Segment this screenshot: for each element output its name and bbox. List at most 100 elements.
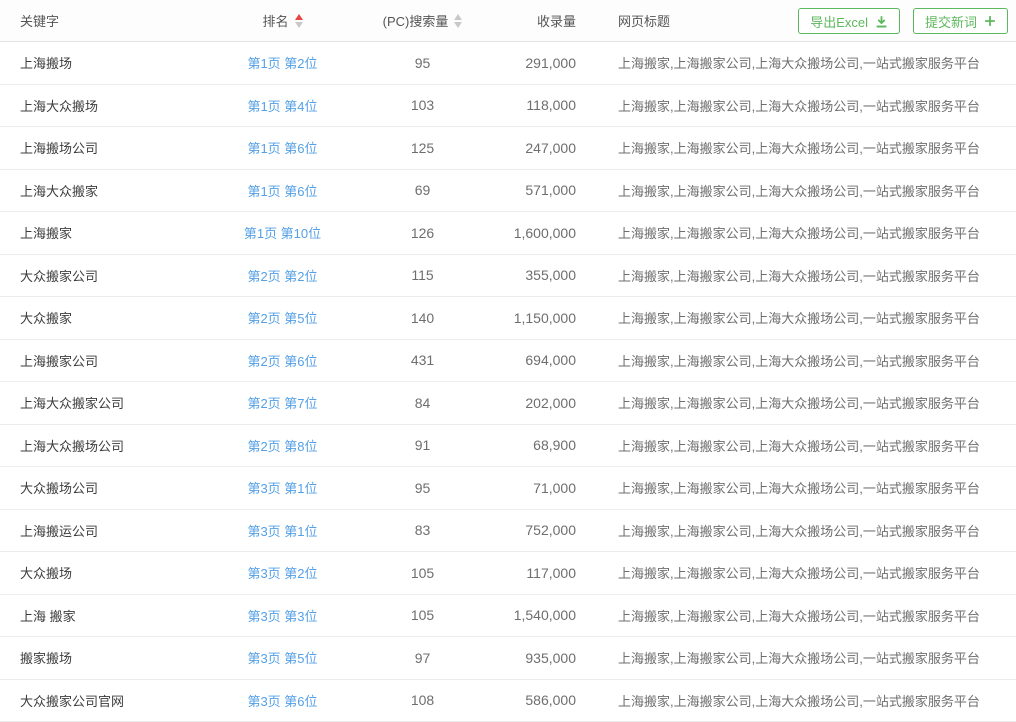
keyword-cell: 搬家搬场 (0, 637, 200, 679)
table-body: 上海搬场 第1页 第2位 95 291,000 上海搬家,上海搬家公司,上海大众… (0, 42, 1016, 722)
export-excel-label: 导出Excel (810, 12, 868, 31)
keyword-cell: 大众搬家公司 (0, 255, 200, 297)
rank-link[interactable]: 第1页 第10位 (244, 223, 321, 242)
page-title-text: 上海搬家,上海搬家公司,上海大众搬场公司,一站式搬家服务平台 (618, 393, 980, 412)
search-volume-value: 95 (365, 55, 480, 71)
keyword-cell: 大众搬场公司 (0, 467, 200, 509)
search-volume-value: 126 (365, 225, 480, 241)
rank-cell: 第2页 第7位 (200, 382, 365, 424)
sort-icons-rank (295, 14, 303, 28)
keyword-cell: 上海搬运公司 (0, 510, 200, 552)
column-header-keyword: 关键字 (0, 11, 200, 30)
indexed-value: 291,000 (480, 55, 576, 71)
rank-cell: 第1页 第6位 (200, 170, 365, 212)
header-actions: 导出Excel 提交新词 (798, 8, 1008, 34)
sort-desc-icon[interactable] (295, 22, 303, 28)
keyword-text: 上海搬场 (20, 53, 72, 72)
keyword-cell: 上海大众搬家公司 (0, 382, 200, 424)
page-title-cell: 上海搬家,上海搬家公司,上海大众搬场公司,一站式搬家服务平台 (600, 255, 1016, 297)
rank-cell: 第2页 第8位 (200, 425, 365, 467)
submit-new-words-label: 提交新词 (925, 12, 977, 31)
page-title-text: 上海搬家,上海搬家公司,上海大众搬场公司,一站式搬家服务平台 (618, 478, 980, 497)
rank-link[interactable]: 第1页 第6位 (247, 138, 317, 157)
page-title-text: 上海搬家,上海搬家公司,上海大众搬场公司,一站式搬家服务平台 (618, 181, 980, 200)
rank-link[interactable]: 第3页 第3位 (247, 606, 317, 625)
indexed-cell: 752,000 (480, 510, 600, 552)
rank-link[interactable]: 第3页 第6位 (247, 691, 317, 710)
rank-link[interactable]: 第3页 第2位 (247, 563, 317, 582)
table-row: 上海搬家 第1页 第10位 126 1,600,000 上海搬家,上海搬家公司,… (0, 212, 1016, 255)
indexed-cell: 1,600,000 (480, 212, 600, 254)
column-header-rank[interactable]: 排名 (200, 11, 365, 30)
column-header-page-title-label: 网页标题 (618, 11, 670, 30)
sort-asc-icon[interactable] (295, 14, 303, 20)
indexed-value: 71,000 (480, 480, 576, 496)
page-title-text: 上海搬家,上海搬家公司,上海大众搬场公司,一站式搬家服务平台 (618, 308, 980, 327)
keyword-text: 大众搬场 (20, 563, 72, 582)
keyword-rank-page: 关键字 排名 (PC)搜索量 收录量 网页标题 导出Excel (0, 0, 1016, 722)
keyword-cell: 上海大众搬场公司 (0, 425, 200, 467)
keyword-text: 大众搬家公司官网 (20, 691, 124, 710)
page-title-cell: 上海搬家,上海搬家公司,上海大众搬场公司,一站式搬家服务平台 (600, 680, 1016, 722)
keyword-text: 上海 搬家 (20, 606, 76, 625)
search-volume-cell: 95 (365, 42, 480, 84)
search-volume-cell: 126 (365, 212, 480, 254)
column-header-rank-label: 排名 (262, 11, 288, 30)
search-volume-value: 105 (365, 565, 480, 581)
rank-link[interactable]: 第2页 第6位 (247, 351, 317, 370)
rank-cell: 第3页 第1位 (200, 467, 365, 509)
page-title-cell: 上海搬家,上海搬家公司,上海大众搬场公司,一站式搬家服务平台 (600, 510, 1016, 552)
sort-icons-search-volume (454, 14, 462, 28)
sort-desc-icon[interactable] (454, 22, 462, 28)
keyword-text: 上海搬运公司 (20, 521, 98, 540)
table-row: 大众搬场 第3页 第2位 105 117,000 上海搬家,上海搬家公司,上海大… (0, 552, 1016, 595)
rank-link[interactable]: 第3页 第1位 (247, 521, 317, 540)
indexed-cell: 1,540,000 (480, 595, 600, 637)
table-row: 上海搬运公司 第3页 第1位 83 752,000 上海搬家,上海搬家公司,上海… (0, 510, 1016, 553)
rank-link[interactable]: 第2页 第7位 (247, 393, 317, 412)
page-title-text: 上海搬家,上海搬家公司,上海大众搬场公司,一站式搬家服务平台 (618, 96, 980, 115)
column-header-search-volume[interactable]: (PC)搜索量 (365, 11, 480, 30)
table-row: 上海大众搬家公司 第2页 第7位 84 202,000 上海搬家,上海搬家公司,… (0, 382, 1016, 425)
rank-cell: 第3页 第2位 (200, 552, 365, 594)
keyword-cell: 大众搬家公司官网 (0, 680, 200, 722)
rank-link[interactable]: 第2页 第5位 (247, 308, 317, 327)
rank-cell: 第3页 第5位 (200, 637, 365, 679)
table-row: 上海搬场公司 第1页 第6位 125 247,000 上海搬家,上海搬家公司,上… (0, 127, 1016, 170)
indexed-value: 202,000 (480, 395, 576, 411)
rank-link[interactable]: 第1页 第2位 (247, 53, 317, 72)
table-row: 大众搬场公司 第3页 第1位 95 71,000 上海搬家,上海搬家公司,上海大… (0, 467, 1016, 510)
search-volume-cell: 83 (365, 510, 480, 552)
search-volume-value: 103 (365, 97, 480, 113)
indexed-cell: 291,000 (480, 42, 600, 84)
indexed-value: 68,900 (480, 437, 576, 453)
sort-asc-icon[interactable] (454, 14, 462, 20)
page-title-cell: 上海搬家,上海搬家公司,上海大众搬场公司,一站式搬家服务平台 (600, 42, 1016, 84)
page-title-text: 上海搬家,上海搬家公司,上海大众搬场公司,一站式搬家服务平台 (618, 648, 980, 667)
table-row: 大众搬家公司官网 第3页 第6位 108 586,000 上海搬家,上海搬家公司… (0, 680, 1016, 722)
keyword-cell: 上海搬场公司 (0, 127, 200, 169)
search-volume-cell: 97 (365, 637, 480, 679)
rank-link[interactable]: 第1页 第4位 (247, 96, 317, 115)
rank-link[interactable]: 第1页 第6位 (247, 181, 317, 200)
indexed-cell: 571,000 (480, 170, 600, 212)
page-title-cell: 上海搬家,上海搬家公司,上海大众搬场公司,一站式搬家服务平台 (600, 170, 1016, 212)
page-title-cell: 上海搬家,上海搬家公司,上海大众搬场公司,一站式搬家服务平台 (600, 552, 1016, 594)
page-title-text: 上海搬家,上海搬家公司,上海大众搬场公司,一站式搬家服务平台 (618, 606, 980, 625)
rank-cell: 第2页 第2位 (200, 255, 365, 297)
keyword-text: 大众搬家公司 (20, 266, 98, 285)
rank-link[interactable]: 第2页 第2位 (247, 266, 317, 285)
keyword-cell: 上海大众搬家 (0, 170, 200, 212)
indexed-value: 586,000 (480, 692, 576, 708)
search-volume-cell: 115 (365, 255, 480, 297)
indexed-value: 355,000 (480, 267, 576, 283)
rank-link[interactable]: 第2页 第8位 (247, 436, 317, 455)
rank-link[interactable]: 第3页 第1位 (247, 478, 317, 497)
keyword-cell: 大众搬场 (0, 552, 200, 594)
export-excel-button[interactable]: 导出Excel (798, 8, 900, 34)
page-title-text: 上海搬家,上海搬家公司,上海大众搬场公司,一站式搬家服务平台 (618, 436, 980, 455)
table-row: 大众搬家公司 第2页 第2位 115 355,000 上海搬家,上海搬家公司,上… (0, 255, 1016, 298)
rank-link[interactable]: 第3页 第5位 (247, 648, 317, 667)
page-title-cell: 上海搬家,上海搬家公司,上海大众搬场公司,一站式搬家服务平台 (600, 425, 1016, 467)
submit-new-words-button[interactable]: 提交新词 (913, 8, 1008, 34)
